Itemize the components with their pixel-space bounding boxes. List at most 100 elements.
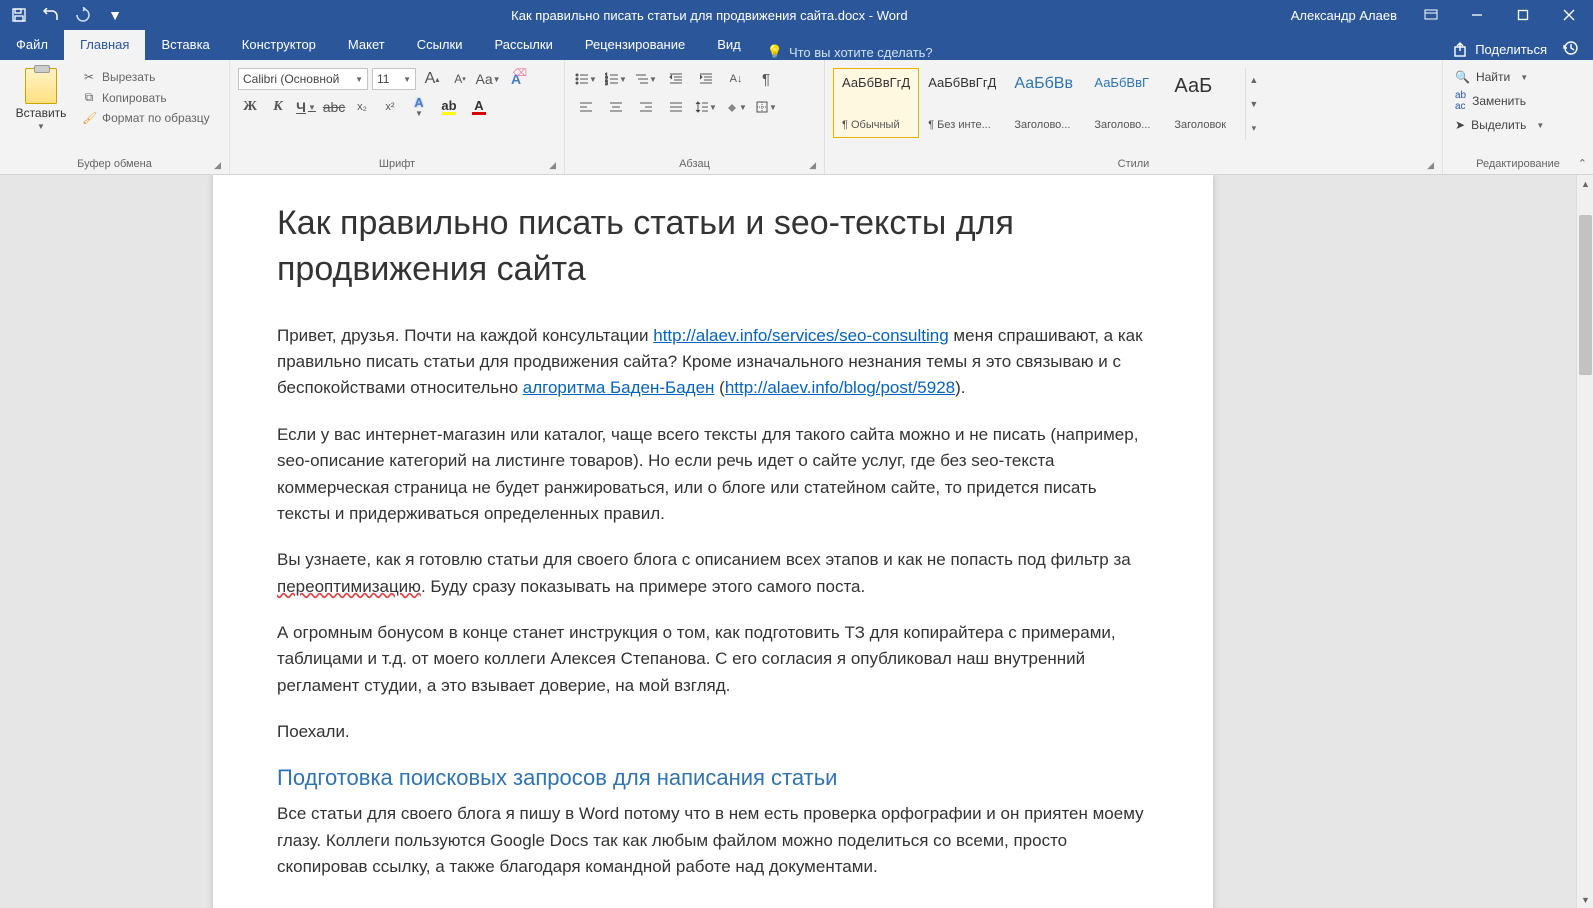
- tab-insert[interactable]: Вставка: [145, 30, 225, 60]
- tell-me[interactable]: 💡 Что вы хотите сделать?: [757, 44, 1439, 60]
- link-post[interactable]: http://alaev.info/blog/post/5928: [725, 378, 955, 397]
- paste-button[interactable]: Вставить ▼: [8, 64, 74, 156]
- ribbon-display-icon[interactable]: [1413, 0, 1449, 30]
- group-clipboard: Вставить ▼ ✂Вырезать ⧉Копировать 🖌Формат…: [0, 60, 230, 174]
- grow-font-button[interactable]: A▴: [420, 68, 444, 90]
- font-color-button[interactable]: A: [466, 96, 492, 118]
- shading-button[interactable]: ▼: [723, 96, 749, 118]
- tab-design[interactable]: Конструктор: [226, 30, 332, 60]
- decrease-indent-button[interactable]: [663, 68, 689, 90]
- align-left-button[interactable]: [573, 96, 599, 118]
- underline-button[interactable]: Ч▼: [294, 96, 318, 118]
- cursor-icon: ➤: [1455, 118, 1465, 132]
- undo-icon[interactable]: [42, 6, 60, 24]
- style-title[interactable]: АаБЗаголовок: [1165, 68, 1245, 138]
- clear-format-button[interactable]: A⌫: [504, 68, 528, 90]
- replace-button[interactable]: abacЗаменить: [1455, 90, 1581, 112]
- chevron-up-icon[interactable]: ▲: [1246, 68, 1261, 92]
- styles-launcher-icon[interactable]: ◢: [1427, 160, 1434, 171]
- doc-p5: Поехали.: [277, 719, 1149, 745]
- multilevel-button[interactable]: ▼: [633, 68, 659, 90]
- justify-button[interactable]: [663, 96, 689, 118]
- close-button[interactable]: [1551, 0, 1587, 30]
- select-button[interactable]: ➤Выделить▼: [1455, 118, 1581, 132]
- align-right-button[interactable]: [633, 96, 659, 118]
- sort-button[interactable]: A↓: [723, 68, 749, 90]
- style-nospacing[interactable]: АаБбВвГгД¶ Без инте...: [919, 68, 1005, 138]
- font-launcher-icon[interactable]: ◢: [549, 160, 556, 171]
- document-area: Как правильно писать статьи и seo-тексты…: [0, 175, 1593, 908]
- collapse-ribbon-icon[interactable]: ⌃: [1578, 157, 1587, 170]
- paste-dropdown-icon[interactable]: ▼: [37, 122, 45, 131]
- minimize-button[interactable]: [1459, 0, 1495, 30]
- style-normal[interactable]: АаБбВвГгД¶ Обычный: [833, 68, 919, 138]
- strike-button[interactable]: abc: [322, 96, 346, 118]
- tab-layout[interactable]: Макет: [332, 30, 401, 60]
- superscript-button[interactable]: x²: [378, 96, 402, 118]
- tab-right-area: Поделиться: [1439, 39, 1593, 60]
- increase-indent-button[interactable]: [693, 68, 719, 90]
- subscript-button[interactable]: x₂: [350, 96, 374, 118]
- vertical-scrollbar[interactable]: ▲ ▼: [1576, 175, 1593, 908]
- scroll-down-icon[interactable]: ▼: [1577, 891, 1593, 908]
- chevron-down-icon[interactable]: ▼: [1246, 92, 1261, 116]
- tab-file[interactable]: Файл: [0, 30, 64, 60]
- search-icon: 🔍: [1455, 70, 1470, 84]
- style-heading2[interactable]: АаБбВвГЗаголово...: [1085, 68, 1165, 138]
- tab-view[interactable]: Вид: [701, 30, 757, 60]
- show-marks-button[interactable]: ¶: [753, 68, 779, 90]
- clipboard-launcher-icon[interactable]: ◢: [214, 160, 221, 171]
- link-baden[interactable]: алгоритма Баден-Баден: [523, 378, 715, 397]
- doc-h2: Подготовка поисковых запросов для написа…: [277, 765, 1149, 791]
- history-icon[interactable]: [1561, 39, 1579, 60]
- text-effects-button[interactable]: A▼: [406, 96, 432, 118]
- style-heading1[interactable]: АаБбВвЗаголово...: [1005, 68, 1085, 138]
- shrink-font-button[interactable]: A▾: [448, 68, 472, 90]
- highlight-button[interactable]: ab: [436, 96, 462, 118]
- group-styles: АаБбВвГгД¶ Обычный АаБбВвГгД¶ Без инте..…: [825, 60, 1443, 174]
- bold-button[interactable]: Ж: [238, 96, 262, 118]
- line-spacing-button[interactable]: ▼: [693, 96, 719, 118]
- font-family-combo[interactable]: Calibri (Основной▼: [238, 68, 368, 90]
- redo-icon[interactable]: [74, 6, 92, 24]
- para-launcher-icon[interactable]: ◢: [809, 160, 816, 171]
- tab-review[interactable]: Рецензирование: [569, 30, 701, 60]
- numbering-button[interactable]: 123▼: [603, 68, 629, 90]
- styles-expand[interactable]: ▲▼▾: [1245, 68, 1261, 140]
- save-icon[interactable]: [10, 6, 28, 24]
- font-size-combo[interactable]: 11▼: [372, 68, 416, 90]
- cut-button[interactable]: ✂Вырезать: [82, 70, 210, 84]
- svg-text:3: 3: [605, 81, 608, 86]
- find-button[interactable]: 🔍Найти▼: [1455, 70, 1581, 84]
- borders-button[interactable]: ▼: [753, 96, 779, 118]
- share-icon: [1453, 42, 1469, 58]
- more-icon[interactable]: ▾: [1246, 116, 1261, 140]
- scroll-thumb[interactable]: [1579, 215, 1592, 375]
- italic-button[interactable]: К: [266, 96, 290, 118]
- format-painter-button[interactable]: 🖌Формат по образцу: [82, 111, 210, 125]
- styles-group-label: Стили: [1118, 158, 1150, 170]
- qat-customize-icon[interactable]: ▼: [106, 6, 124, 24]
- link-consulting[interactable]: http://alaev.info/services/seo-consultin…: [653, 326, 948, 345]
- ribbon-tabs: Файл Главная Вставка Конструктор Макет С…: [0, 30, 1593, 60]
- doc-p6: Все статьи для своего блога я пишу в Wor…: [277, 801, 1149, 880]
- scroll-up-icon[interactable]: ▲: [1577, 175, 1593, 192]
- align-center-button[interactable]: [603, 96, 629, 118]
- copy-button[interactable]: ⧉Копировать: [82, 90, 210, 105]
- paste-label: Вставить: [16, 106, 67, 120]
- tab-mailings[interactable]: Рассылки: [478, 30, 568, 60]
- share-button[interactable]: Поделиться: [1453, 42, 1547, 58]
- clipboard-group-label: Буфер обмена: [77, 158, 152, 170]
- copy-label: Копировать: [102, 91, 167, 105]
- para-group-label: Абзац: [679, 158, 710, 170]
- bullets-button[interactable]: ▼: [573, 68, 599, 90]
- chevron-down-icon: ▼: [355, 75, 363, 84]
- document-page[interactable]: Как правильно писать статьи и seo-тексты…: [213, 175, 1213, 908]
- tab-home[interactable]: Главная: [64, 30, 145, 60]
- user-name[interactable]: Александр Алаев: [1291, 8, 1403, 23]
- doc-p2: Если у вас интернет-магазин или каталог,…: [277, 422, 1149, 527]
- maximize-button[interactable]: [1505, 0, 1541, 30]
- editing-group-label: Редактирование: [1476, 158, 1560, 170]
- tab-references[interactable]: Ссылки: [401, 30, 479, 60]
- change-case-button[interactable]: Aa▼: [476, 68, 500, 90]
